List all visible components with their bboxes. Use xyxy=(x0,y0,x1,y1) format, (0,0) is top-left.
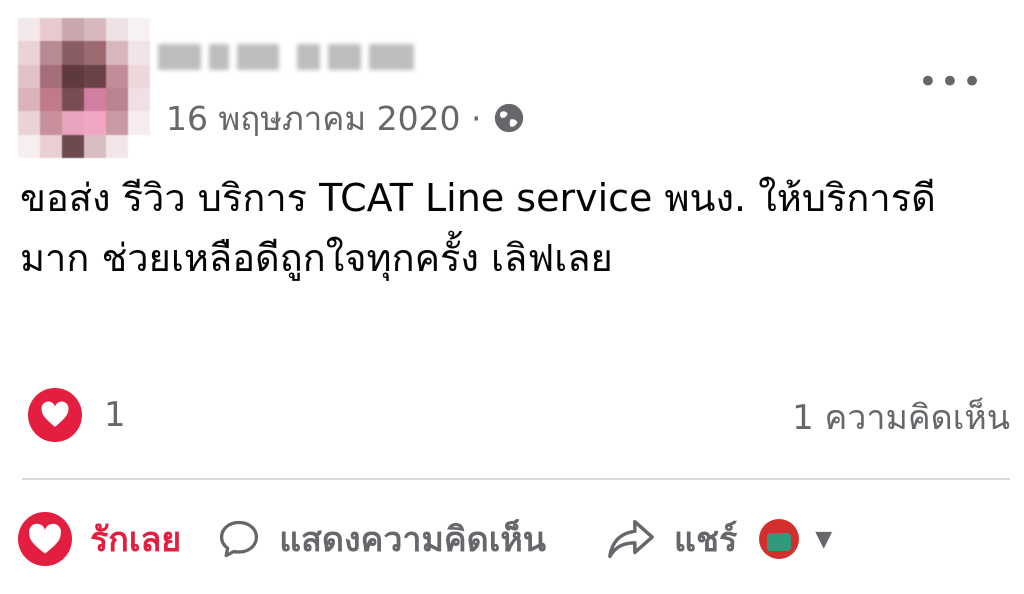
comment-icon xyxy=(220,520,259,558)
post-date[interactable]: 16 พฤษภาคม 2020 · xyxy=(166,92,482,145)
reaction-count: 1 xyxy=(104,395,126,435)
post-meta: 16 พฤษภาคม 2020 · xyxy=(166,96,526,140)
share-icon xyxy=(608,519,654,559)
love-label: รักเลย xyxy=(90,520,182,560)
profile-avatar-small xyxy=(759,519,800,559)
love-button[interactable]: รักเลย xyxy=(18,512,181,566)
chevron-down-icon: ▼ xyxy=(815,526,833,552)
author-name-redacted[interactable] xyxy=(158,36,414,78)
more-options-icon[interactable]: ••• xyxy=(918,62,984,102)
heart-icon xyxy=(28,388,82,442)
post-text-line-2: มาก ช่วยเหลือดีถูกใจทุกครั้ง เลิฟเลย xyxy=(20,236,613,280)
share-audience-selector[interactable]: ▼ xyxy=(759,519,832,559)
globe-icon xyxy=(494,103,523,133)
heart-icon xyxy=(18,512,72,566)
comment-count[interactable]: 1 ความคิดเห็น xyxy=(792,390,1010,444)
action-bar: รักเลย แสดงความคิดเห็น แชร์ ▼ xyxy=(18,506,1008,572)
comment-label: แสดงความคิดเห็น xyxy=(279,520,547,560)
divider xyxy=(22,478,1010,480)
post-text: ขอส่ง รีวิว บริการ TCAT Line service พนง… xyxy=(20,168,1010,288)
avatar[interactable] xyxy=(18,18,150,158)
comment-button[interactable]: แสดงความคิดเห็น xyxy=(217,512,546,566)
reactions-summary[interactable]: 1 xyxy=(28,388,126,442)
share-label: แชร์ xyxy=(674,520,738,560)
share-button[interactable]: แชร์ xyxy=(606,512,737,566)
post-text-line-1: ขอส่ง รีวิว บริการ TCAT Line service พนง… xyxy=(20,176,936,220)
